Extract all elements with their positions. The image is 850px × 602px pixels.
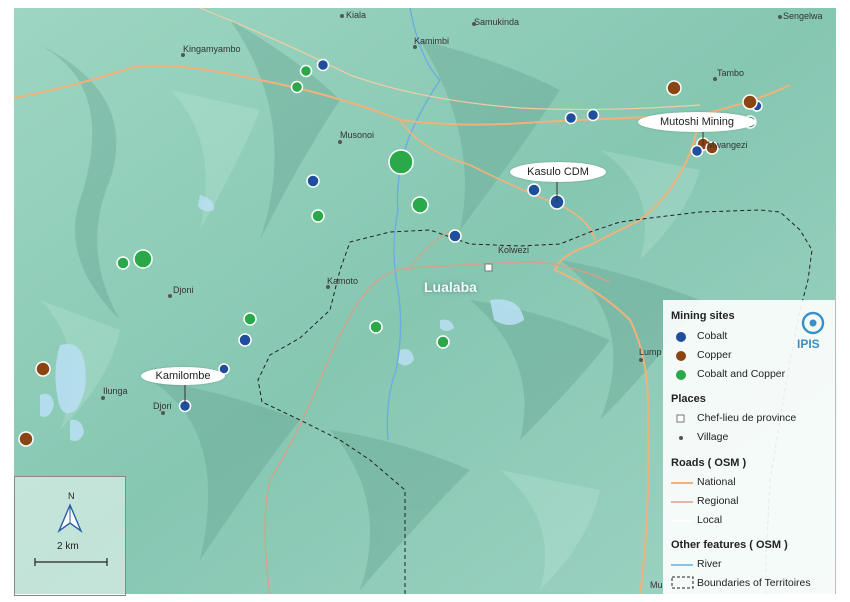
- chef-lieu-marker: [484, 263, 493, 272]
- cobalt-symbol: [676, 332, 686, 342]
- village-dot: [340, 14, 344, 18]
- site-cobalt-copper: [133, 249, 153, 269]
- boundary-symbol: [671, 576, 694, 589]
- chef-lieu-symbol: [676, 414, 685, 423]
- ipis-logo-icon: [801, 311, 825, 335]
- legend-copper: Copper: [697, 349, 732, 361]
- site-cobalt-copper: [299, 64, 313, 78]
- village-dot: [101, 396, 105, 400]
- callout-mutoshi-mining[interactable]: Mutoshi Mining: [638, 112, 756, 132]
- place-label: Lump: [639, 347, 662, 357]
- place-label: Ilunga: [103, 386, 128, 396]
- legend-mining-title: Mining sites: [671, 310, 735, 322]
- site-cobalt-copper: [311, 209, 325, 223]
- village-dot: [778, 15, 782, 19]
- village-dot: [639, 358, 643, 362]
- site-cobalt-copper: [369, 320, 383, 334]
- site-cobalt-copper: [436, 335, 450, 349]
- site-copper: [18, 431, 34, 447]
- regional-road-symbol: [671, 501, 693, 503]
- north-label: N: [68, 491, 75, 501]
- legend-local: Local: [697, 514, 723, 526]
- national-road-symbol: [671, 482, 693, 484]
- local-road-symbol: [671, 520, 693, 522]
- ipis-logo-text: IPIS: [797, 337, 820, 351]
- village-symbol: [679, 436, 683, 440]
- site-cobalt: [564, 111, 578, 125]
- place-label: Mwangezi: [707, 140, 748, 150]
- ipis-logo: IPIS: [795, 310, 831, 354]
- legend-river: River: [697, 558, 722, 570]
- site-cobalt-copper: [388, 149, 414, 175]
- legend-other-title: Other features ( OSM ): [671, 539, 788, 551]
- north-arrow-icon: [57, 503, 83, 533]
- copper-symbol: [676, 351, 686, 361]
- legend-roads-title: Roads ( OSM ): [671, 457, 747, 469]
- legend-boundaries: Boundaries of Territoires: [697, 577, 811, 589]
- site-copper: [666, 80, 682, 96]
- river-symbol: [671, 564, 693, 566]
- place-label: Kiala: [346, 10, 367, 20]
- site-copper: [35, 361, 51, 377]
- place-label: Kamimbi: [414, 36, 450, 46]
- village-dot: [338, 140, 342, 144]
- callout-kasulo-cdm[interactable]: Kasulo CDM: [510, 162, 606, 182]
- callout-kamilombe[interactable]: Kamilombe: [141, 367, 225, 385]
- scale-bar: [34, 558, 108, 566]
- site-cobalt-copper: [243, 312, 257, 326]
- scale-box: N 2 km: [14, 476, 126, 596]
- place-label: Djoni: [173, 285, 194, 295]
- place-label: Musonoi: [340, 130, 375, 140]
- site-cobalt: [238, 333, 252, 347]
- legend-chef-lieu: Chef-lieu de province: [697, 412, 797, 424]
- site-cobalt-copper: [290, 80, 304, 94]
- legend-places-title: Places: [671, 393, 706, 405]
- scale-distance: 2 km: [57, 541, 79, 552]
- place-label: Djori: [153, 401, 172, 411]
- site-cobalt-copper: [116, 256, 130, 270]
- site-cobalt: [527, 183, 541, 197]
- legend-cobalt: Cobalt: [697, 330, 728, 342]
- place-label: Kingamyambo: [183, 44, 241, 54]
- village-dot: [168, 294, 172, 298]
- site-cobalt: [586, 108, 600, 122]
- site-cobalt: [690, 144, 704, 158]
- legend-national: National: [697, 476, 736, 488]
- place-label: Tambo: [717, 68, 745, 78]
- site-cobalt-copper: [411, 196, 429, 214]
- site-cobalt: [306, 174, 320, 188]
- place-label: Sengelwa: [783, 11, 823, 21]
- place-label: Kamoto: [327, 276, 359, 286]
- legend-village: Village: [697, 431, 729, 443]
- site-copper: [742, 94, 758, 110]
- cobalt-copper-symbol: [676, 370, 686, 380]
- legend-cobalt-copper: Cobalt and Copper: [697, 368, 786, 380]
- place-label: Mu: [650, 580, 663, 590]
- legend-regional: Regional: [697, 495, 739, 507]
- region-label: Lualaba: [424, 279, 477, 295]
- place-label: Samukinda: [474, 17, 520, 27]
- place-label: Kolwezi: [498, 245, 530, 255]
- site-cobalt: [448, 229, 462, 243]
- village-dot: [161, 411, 165, 415]
- site-cobalt: [316, 58, 330, 72]
